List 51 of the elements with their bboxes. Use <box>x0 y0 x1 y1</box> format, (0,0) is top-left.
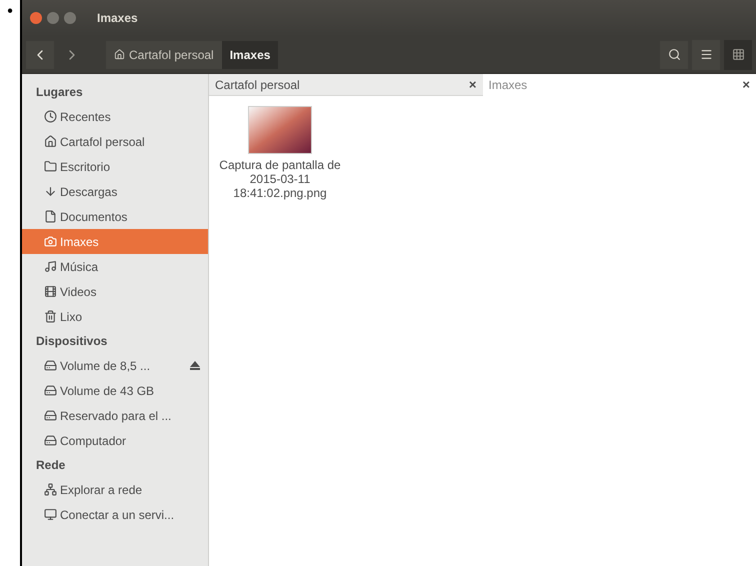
sidebar-item[interactable]: Videos <box>22 279 208 304</box>
list-icon <box>700 48 712 61</box>
sidebar-item[interactable]: Documentos <box>22 204 208 229</box>
sidebar-item[interactable]: Volume de 8,5 ... <box>22 353 208 378</box>
bullet: • <box>7 4 13 22</box>
film-icon <box>44 285 57 298</box>
search-icon <box>668 48 680 61</box>
close-tab-button[interactable]: × <box>468 74 476 94</box>
search-button[interactable] <box>660 40 688 68</box>
sidebar-item[interactable]: Computador <box>22 428 208 453</box>
sidebar-item[interactable]: Escritorio <box>22 154 208 179</box>
drive-icon <box>44 384 57 397</box>
drive-icon <box>44 409 57 422</box>
sidebar-item[interactable]: Reservado para el ... <box>22 403 208 428</box>
camera-icon <box>44 235 57 248</box>
network-icon <box>44 483 57 496</box>
sidebar-item[interactable]: Recentes <box>22 104 208 129</box>
folder-icon <box>44 160 57 173</box>
sidebar-item[interactable]: Explorar a rede <box>22 477 208 502</box>
down-arrow-icon <box>44 185 57 198</box>
sidebar-item[interactable]: Lixo <box>22 304 208 329</box>
close-tab-button[interactable]: × <box>742 75 750 95</box>
grid-view-button[interactable] <box>724 40 752 70</box>
sidebar-item[interactable]: Conectar a un servi... <box>22 502 208 527</box>
close-button[interactable] <box>30 12 42 24</box>
document-icon <box>44 210 57 223</box>
sidebar-item[interactable]: Volume de 43 GB <box>22 378 208 403</box>
monitor-icon <box>44 508 57 521</box>
tab[interactable]: Cartafol persoal × <box>209 74 482 96</box>
section-heading: Lugares <box>36 84 83 101</box>
sidebar-item[interactable]: Música <box>22 254 208 279</box>
home-icon <box>114 49 125 60</box>
path-button[interactable]: Cartafol persoal <box>106 40 222 68</box>
music-icon <box>44 260 57 273</box>
section-heading: Rede <box>36 457 66 474</box>
back-button[interactable] <box>26 40 54 68</box>
trash-icon <box>44 310 57 323</box>
sidebar-item[interactable]: Cartafol persoal <box>22 129 208 154</box>
image-thumbnail[interactable] <box>248 106 312 154</box>
sidebar-item[interactable]: Descargas <box>22 179 208 204</box>
clock-icon <box>44 110 57 123</box>
drive-icon <box>44 434 57 447</box>
window-title: Imaxes <box>97 10 138 27</box>
list-view-button[interactable] <box>692 40 720 70</box>
home-icon <box>44 135 57 148</box>
section-heading: Dispositivos <box>36 333 108 350</box>
file-name[interactable]: Captura de pantalla de 2015-03-11 18:41:02.png.png <box>219 158 341 200</box>
eject-icon[interactable] <box>190 361 200 370</box>
path-button[interactable]: Imaxes <box>222 40 278 68</box>
grid-icon <box>732 48 744 61</box>
drive-icon <box>44 359 57 372</box>
